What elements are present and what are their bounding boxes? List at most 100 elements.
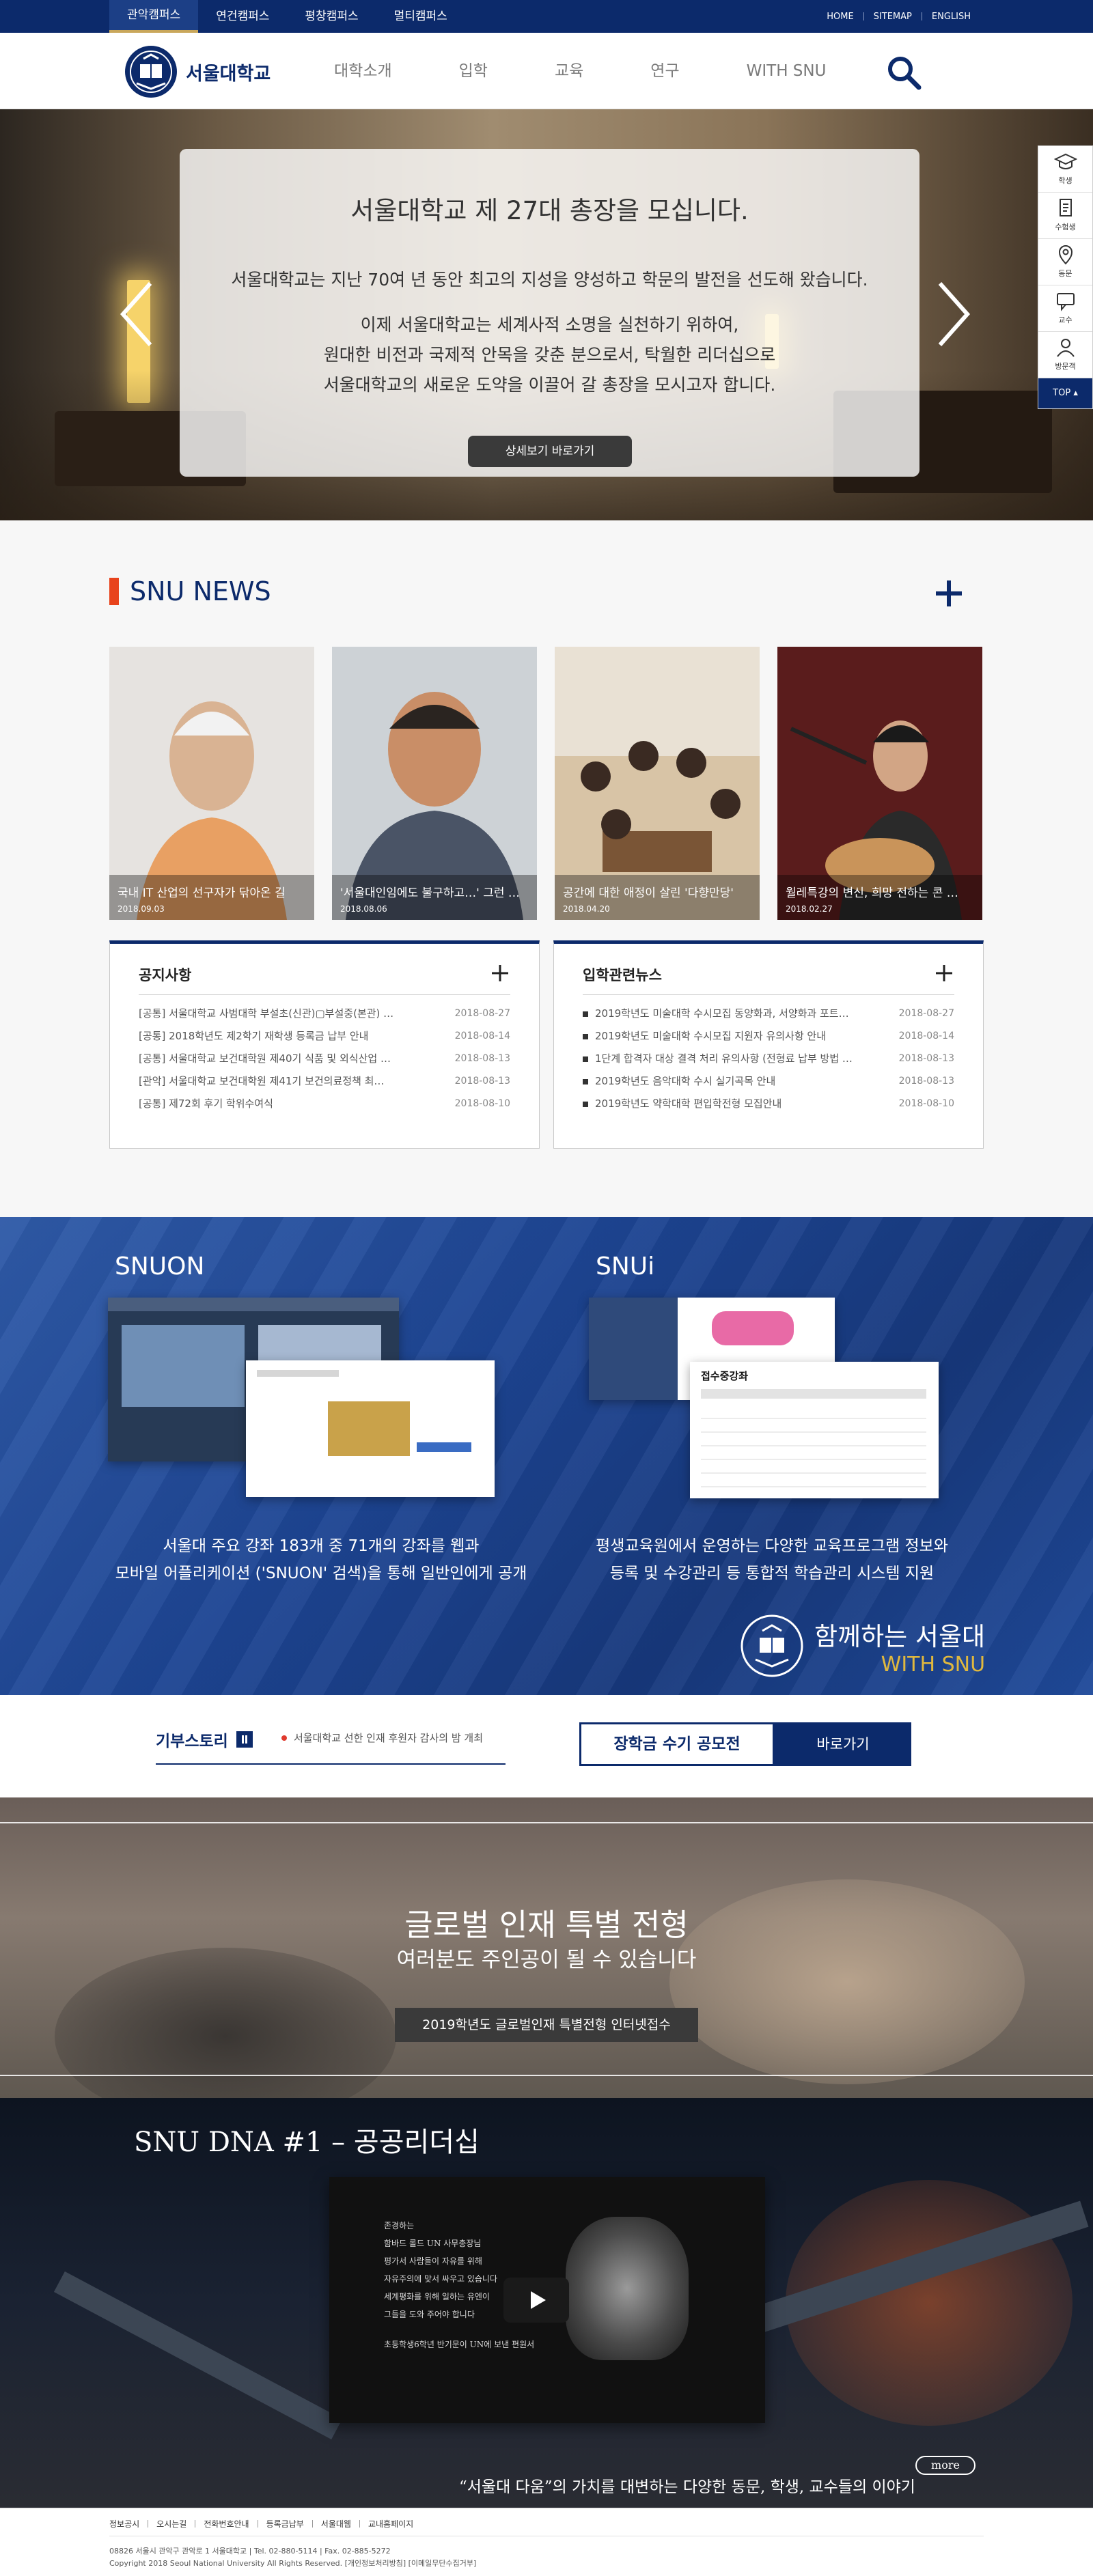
sitemap-link[interactable]: SITEMAP (864, 12, 922, 22)
list-item[interactable]: [공통] 제72회 후기 학위수여식 2018-08-10 (139, 1093, 510, 1115)
row-date: 2018-08-14 (454, 1031, 510, 1041)
screenshot-block (122, 1325, 245, 1407)
campus-tabs: 관악캠퍼스 연건캠퍼스 평창캠퍼스 멀티캠퍼스 (109, 0, 465, 33)
plus-icon[interactable] (490, 963, 510, 983)
site-logo[interactable]: 서울대학교 (123, 44, 271, 100)
footer-link[interactable]: 등록금납부 (258, 2518, 312, 2530)
quick-faculty[interactable]: 교수 (1038, 285, 1092, 332)
footer-address: 08826 서울시 관악구 관악로 1 서울대학교 | Tel. 02-880-… (109, 2547, 391, 2556)
chevron-right-icon[interactable] (933, 280, 974, 348)
card-title: 공간에 대한 애정이 살린 '다향만당' (563, 886, 734, 900)
row-date: 2018-08-13 (454, 1053, 510, 1064)
snu-emblem-icon (741, 1614, 803, 1677)
global-admission-banner: 글로벌 인재 특별 전형 여러분도 주인공이 될 수 있습니다 2019학년도 … (0, 1797, 1093, 2098)
play-icon[interactable] (503, 2278, 569, 2323)
dna-video-player[interactable]: 존경하는 함바드 롤드 UN 사무총장님 평가서 사람들이 자유를 위해 자유주… (329, 2177, 765, 2423)
news-card[interactable]: 공간에 대한 애정이 살린 '다향만당' 2018.04.20 (555, 647, 760, 920)
quick-visitor[interactable]: 방문객 (1038, 332, 1092, 378)
scroll-top-button[interactable]: TOP ▴ (1038, 378, 1092, 408)
quick-alumni[interactable]: 동문 (1038, 239, 1092, 285)
bullet-icon (583, 1056, 588, 1062)
with-snu-section: SNUON 서울대 주요 강좌 183개 중 71개의 강좌를 웹과 모바일 어… (0, 1217, 1093, 1695)
english-link[interactable]: ENGLISH (922, 12, 980, 22)
quick-student[interactable]: 학생 (1038, 146, 1092, 193)
row-date: 2018-08-13 (454, 1076, 510, 1087)
banner-go-button[interactable]: 바로가기 (775, 1722, 911, 1766)
campus-tab-multi[interactable]: 멀티캠퍼스 (376, 0, 465, 33)
card-caption: 월레특강의 변신, 희망 전하는 콘 … 2018.02.27 (777, 875, 982, 920)
news-card[interactable]: '서울대인임에도 불구하고…' 그런 … 2018.08.06 (332, 647, 537, 920)
pause-icon[interactable] (236, 1731, 253, 1748)
location-pin-icon (1058, 245, 1073, 265)
row-title: 2019학년도 미술대학 수시모집 동양화과, 서양화과 포트… (595, 1007, 849, 1020)
bullet-icon (583, 1078, 588, 1084)
home-link[interactable]: HOME (817, 12, 863, 22)
search-icon[interactable] (885, 53, 923, 92)
donation-news-item[interactable]: 서울대학교 선한 인재 후원자 감사의 밤 개최 (281, 1731, 483, 1745)
footer-link[interactable]: 서울대웹 (313, 2518, 359, 2530)
nav-admission[interactable]: 입학 (426, 33, 521, 109)
admission-title: 입학관련뉴스 (583, 967, 662, 983)
utility-links: HOME SITEMAP ENGLISH (817, 0, 980, 33)
campus-tab-yeongeon[interactable]: 연건캠퍼스 (198, 0, 287, 33)
with-snu-text: 함께하는 서울대 WITH SNU (814, 1616, 985, 1677)
list-item[interactable]: [공통] 서울대학교 사범대학 부설초(신관)▢부설중(본관) … 2018-08… (139, 1003, 510, 1025)
hero-title: 서울대학교 제 27대 총장을 모십니다. (350, 196, 749, 225)
list-item[interactable]: 2019학년도 미술대학 수시모집 지원자 유의사항 안내 2018-08-14 (583, 1025, 954, 1048)
list-item[interactable]: [관악] 서울대학교 보건대학원 제41기 보건의료정책 최… 2018-08-1… (139, 1070, 510, 1093)
donation-story-label[interactable]: 기부스토리 (156, 1728, 253, 1751)
more-button[interactable]: more (915, 2456, 976, 2475)
news-card[interactable]: 국내 IT 산업의 선구자가 닦아온 길 2018.09.03 (109, 647, 314, 920)
nav-education[interactable]: 교육 (521, 33, 617, 109)
row-title: [공통] 제72회 후기 학위수여식 (139, 1097, 273, 1110)
quick-label: 방문객 (1055, 362, 1076, 371)
news-section: SNU NEWS 국내 IT 산업의 선구자가 닦아온 길 2018.09.03 (0, 520, 1093, 1217)
footer-link[interactable]: 전화번호안내 (195, 2518, 257, 2530)
row-date: 2018-08-27 (898, 1008, 954, 1019)
scroll-top-label: TOP (1053, 388, 1071, 398)
document-icon (1059, 199, 1072, 216)
list-item[interactable]: 2019학년도 음악대학 수시 실기곡목 안내 2018-08-13 (583, 1070, 954, 1093)
plus-icon[interactable] (934, 963, 954, 983)
video-portrait (566, 2217, 689, 2360)
snui-desc-line: 등록 및 수강관리 등 통합적 학습관리 시스템 지원 (609, 1565, 935, 1582)
plus-icon[interactable] (933, 578, 965, 609)
row-date: 2018-08-14 (898, 1031, 954, 1041)
nav-with-snu[interactable]: WITH SNU (713, 33, 860, 109)
bullet-icon (281, 1735, 287, 1741)
list-item[interactable]: 2019학년도 미술대학 수시모집 동양화과, 서양화과 포트… 2018-08-… (583, 1003, 954, 1025)
main-navigation: 대학소개 입학 교육 연구 WITH SNU (301, 33, 859, 109)
list-item[interactable]: [공통] 서울대학교 보건대학원 제40기 식품 및 외식산업 … 2018-08… (139, 1048, 510, 1070)
footer-link[interactable]: 정보공시 (109, 2518, 148, 2530)
nav-research[interactable]: 연구 (617, 33, 712, 109)
snui-screenshot-front[interactable]: 접수중강좌 (690, 1362, 939, 1498)
footer-link[interactable]: 교내홈페이지 (360, 2518, 421, 2530)
list-item[interactable]: 2019학년도 약학대학 편입학전형 모집안내 2018-08-10 (583, 1093, 954, 1115)
quick-applicant[interactable]: 수험생 (1038, 193, 1092, 239)
snui-title[interactable]: SNUi (596, 1252, 654, 1280)
divider (0, 2075, 1093, 2076)
divider (0, 1822, 1093, 1823)
snuon-desc-line: 서울대 주요 강좌 183개 중 71개의 강좌를 웹과 (163, 1537, 480, 1555)
global-apply-button[interactable]: 2019학년도 글로벌인재 특별전형 인터넷접수 (395, 2008, 698, 2042)
snu-dna-section: SNU DNA #1 – 공공리더십 존경하는 함바드 롤드 UN 사무총장님 … (0, 2098, 1093, 2508)
donation-label-text: 기부스토리 (156, 1733, 228, 1750)
snuon-title[interactable]: SNUON (115, 1252, 204, 1280)
list-item[interactable]: 1단계 합격자 대상 결격 처리 유의사항 (전형료 납부 방법 … 2018-0… (583, 1048, 954, 1070)
chevron-left-icon[interactable] (116, 280, 157, 348)
caret-up-icon: ▴ (1073, 388, 1078, 398)
donation-news-text: 서울대학교 선한 인재 후원자 감사의 밤 개최 (294, 1732, 484, 1744)
nav-about[interactable]: 대학소개 (301, 33, 426, 109)
hero-detail-button[interactable]: 상세보기 바로가기 (468, 436, 632, 467)
background-structure (53, 2271, 343, 2439)
list-item[interactable]: [공통] 2018학년도 제2학기 재학생 등록금 납부 안내 2018-08-1… (139, 1025, 510, 1048)
scholarship-banner[interactable]: 장학금 수기 공모전 바로가기 (579, 1722, 911, 1766)
news-card[interactable]: 월레특강의 변신, 희망 전하는 콘 … 2018.02.27 (777, 647, 982, 920)
screenshot-block (589, 1298, 678, 1400)
footer-link[interactable]: 오시는길 (148, 2518, 195, 2530)
snu-emblem-icon (125, 46, 177, 98)
quick-menu: 학생 수험생 동문 교수 방문객 TOP ▴ (1038, 145, 1093, 409)
campus-tab-gwanak[interactable]: 관악캠퍼스 (109, 0, 199, 33)
snuon-screenshot-front[interactable] (246, 1360, 495, 1497)
campus-tab-pyeongchang[interactable]: 평창캠퍼스 (287, 0, 376, 33)
